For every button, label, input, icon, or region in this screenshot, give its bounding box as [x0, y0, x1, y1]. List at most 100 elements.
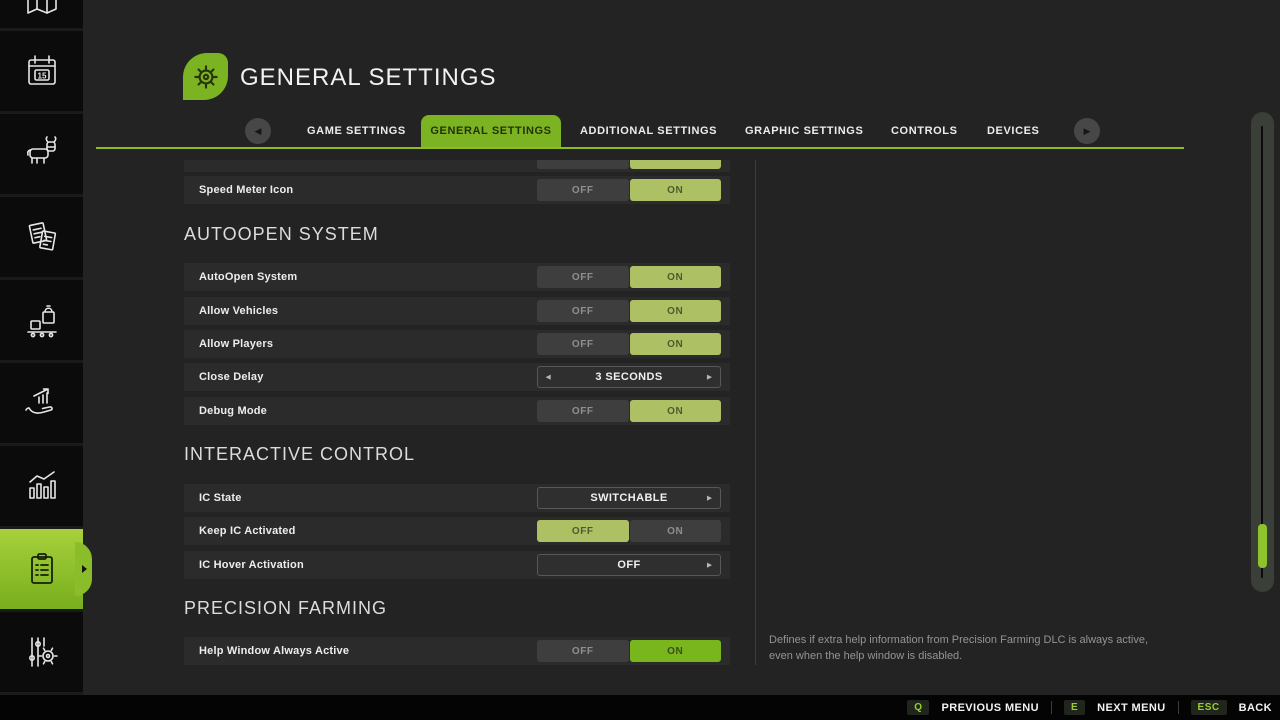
setting-label: Speed Meter Icon	[199, 176, 293, 204]
tab-additional-settings[interactable]: ADDITIONAL SETTINGS	[580, 115, 717, 147]
selector-value: OFF	[617, 559, 640, 571]
toggle-off-button[interactable]: OFF	[537, 266, 629, 288]
finances-icon	[20, 381, 64, 425]
contracts-icon	[20, 215, 64, 259]
allow-players-toggle: OFF ON	[537, 333, 721, 355]
settings-list-icon	[20, 547, 64, 591]
setting-row-allow-vehicles: Allow Vehicles OFF ON	[184, 297, 730, 325]
sidebar-item-contracts[interactable]	[0, 197, 83, 277]
setting-row-ic-state: IC State SWITCHABLE ▸	[184, 484, 730, 512]
key-q-badge: Q	[907, 700, 929, 715]
help-panel-text: Defines if extra help information from P…	[769, 633, 1174, 665]
selector-next-icon[interactable]: ▸	[707, 560, 712, 571]
toggle-on-button[interactable]: ON	[630, 333, 722, 355]
setting-label: Debug Mode	[199, 397, 267, 425]
ic-state-selector[interactable]: SWITCHABLE ▸	[537, 487, 721, 509]
setting-label: Close Delay	[199, 363, 264, 391]
tabs-next-button[interactable]: ▶	[1074, 118, 1100, 144]
selector-next-icon[interactable]: ▸	[707, 493, 712, 504]
toggle-on-button[interactable]: ON	[630, 400, 722, 422]
map-icon	[20, 0, 64, 23]
tab-underline	[96, 147, 1184, 149]
section-header-autoopen: AUTOOPEN SYSTEM	[184, 222, 379, 246]
sidebar-item-calendar[interactable]: 15	[0, 31, 83, 111]
toggle-off-button[interactable]: OFF	[537, 400, 629, 422]
next-menu-label: NEXT MENU	[1097, 702, 1165, 714]
sidebar: 15	[0, 0, 83, 695]
toggle-off-button[interactable]: OFF	[537, 300, 629, 322]
key-e-badge: E	[1064, 700, 1085, 715]
scrollbar	[1251, 112, 1274, 592]
toggle-on-button[interactable]: ON	[630, 179, 722, 201]
section-header-interactive: INTERACTIVE CONTROL	[184, 442, 415, 466]
tab-graphic-settings[interactable]: GRAPHIC SETTINGS	[745, 115, 863, 147]
setting-row-speed-meter-icon: Speed Meter Icon OFF ON	[184, 176, 730, 204]
setting-label: Allow Players	[199, 330, 273, 358]
help-window-always-active-toggle: OFF ON	[537, 640, 721, 662]
gear-icon	[190, 61, 222, 93]
toggle-partial	[537, 147, 721, 169]
scrollbar-track[interactable]	[1261, 126, 1263, 578]
speed-meter-icon-toggle: OFF ON	[537, 179, 721, 201]
calendar-icon: 15	[20, 49, 64, 93]
autoopen-system-toggle: OFF ON	[537, 266, 721, 288]
setting-label: Keep IC Activated	[199, 517, 296, 545]
tab-general-settings[interactable]: GENERAL SETTINGS	[421, 115, 561, 147]
production-icon	[20, 298, 64, 342]
sidebar-item-game-settings[interactable]	[0, 529, 83, 609]
toggle-off-button[interactable]: OFF	[537, 179, 629, 201]
setting-row-close-delay: Close Delay ◂ 3 SECONDS ▸	[184, 363, 730, 391]
sidebar-item-advanced-settings[interactable]	[0, 612, 83, 692]
previous-menu-button[interactable]: Q PREVIOUS MENU	[907, 700, 1039, 715]
tab-controls[interactable]: CONTROLS	[891, 115, 958, 147]
bottom-bar: Q PREVIOUS MENU E NEXT MENU ESC BACK	[0, 695, 1280, 720]
selector-next-icon[interactable]: ▸	[707, 372, 712, 383]
bottom-bar-divider	[1178, 701, 1179, 714]
selector-prev-icon[interactable]: ◂	[546, 372, 551, 383]
sidebar-item-production[interactable]	[0, 280, 83, 360]
setting-label: Allow Vehicles	[199, 297, 278, 325]
sidebar-item-finances[interactable]	[0, 363, 83, 443]
setting-row-keep-ic-activated: Keep IC Activated OFF ON	[184, 517, 730, 545]
toggle-on-button[interactable]	[630, 147, 722, 169]
toggle-off-button[interactable]	[537, 147, 629, 169]
toggle-off-button[interactable]: OFF	[537, 520, 629, 542]
toggle-off-button[interactable]: OFF	[537, 333, 629, 355]
sidebar-item-map[interactable]	[0, 0, 83, 28]
toggle-on-button[interactable]: ON	[630, 640, 722, 662]
close-delay-selector[interactable]: ◂ 3 SECONDS ▸	[537, 366, 721, 388]
animals-icon	[20, 132, 64, 176]
setting-label: AutoOpen System	[199, 263, 297, 291]
page-icon-bubble	[183, 53, 228, 100]
sidebar-item-animals[interactable]	[0, 114, 83, 194]
advanced-settings-icon	[20, 630, 64, 674]
next-menu-button[interactable]: E NEXT MENU	[1064, 700, 1166, 715]
setting-row-allow-players: Allow Players OFF ON	[184, 330, 730, 358]
toggle-on-button[interactable]: ON	[630, 300, 722, 322]
section-header-precision: PRECISION FARMING	[184, 596, 387, 620]
next-arrow-icon: ▶	[1084, 126, 1091, 137]
help-panel-divider	[755, 160, 756, 665]
tabs-prev-button[interactable]: ◀	[245, 118, 271, 144]
bottom-bar-divider	[1051, 701, 1052, 714]
back-button[interactable]: ESC BACK	[1191, 700, 1272, 715]
toggle-on-button[interactable]: ON	[630, 520, 722, 542]
toggle-on-button[interactable]: ON	[630, 266, 722, 288]
active-tab-arrow-icon	[82, 565, 87, 573]
selector-value: SWITCHABLE	[590, 492, 667, 504]
page-title: GENERAL SETTINGS	[240, 63, 497, 93]
setting-row-help-window-always-active: Help Window Always Active OFF ON	[184, 637, 730, 665]
sidebar-item-statistics[interactable]	[0, 446, 83, 526]
scrollbar-thumb[interactable]	[1258, 524, 1267, 568]
toggle-off-button[interactable]: OFF	[537, 640, 629, 662]
previous-menu-label: PREVIOUS MENU	[941, 702, 1039, 714]
setting-label: IC Hover Activation	[199, 551, 304, 579]
allow-vehicles-toggle: OFF ON	[537, 300, 721, 322]
calendar-day: 15	[37, 72, 46, 81]
statistics-icon	[20, 464, 64, 508]
setting-row-ic-hover-activation: IC Hover Activation OFF ▸	[184, 551, 730, 579]
tab-game-settings[interactable]: GAME SETTINGS	[307, 115, 406, 147]
tab-devices[interactable]: DEVICES	[987, 115, 1040, 147]
key-esc-badge: ESC	[1191, 700, 1227, 715]
ic-hover-activation-selector[interactable]: OFF ▸	[537, 554, 721, 576]
